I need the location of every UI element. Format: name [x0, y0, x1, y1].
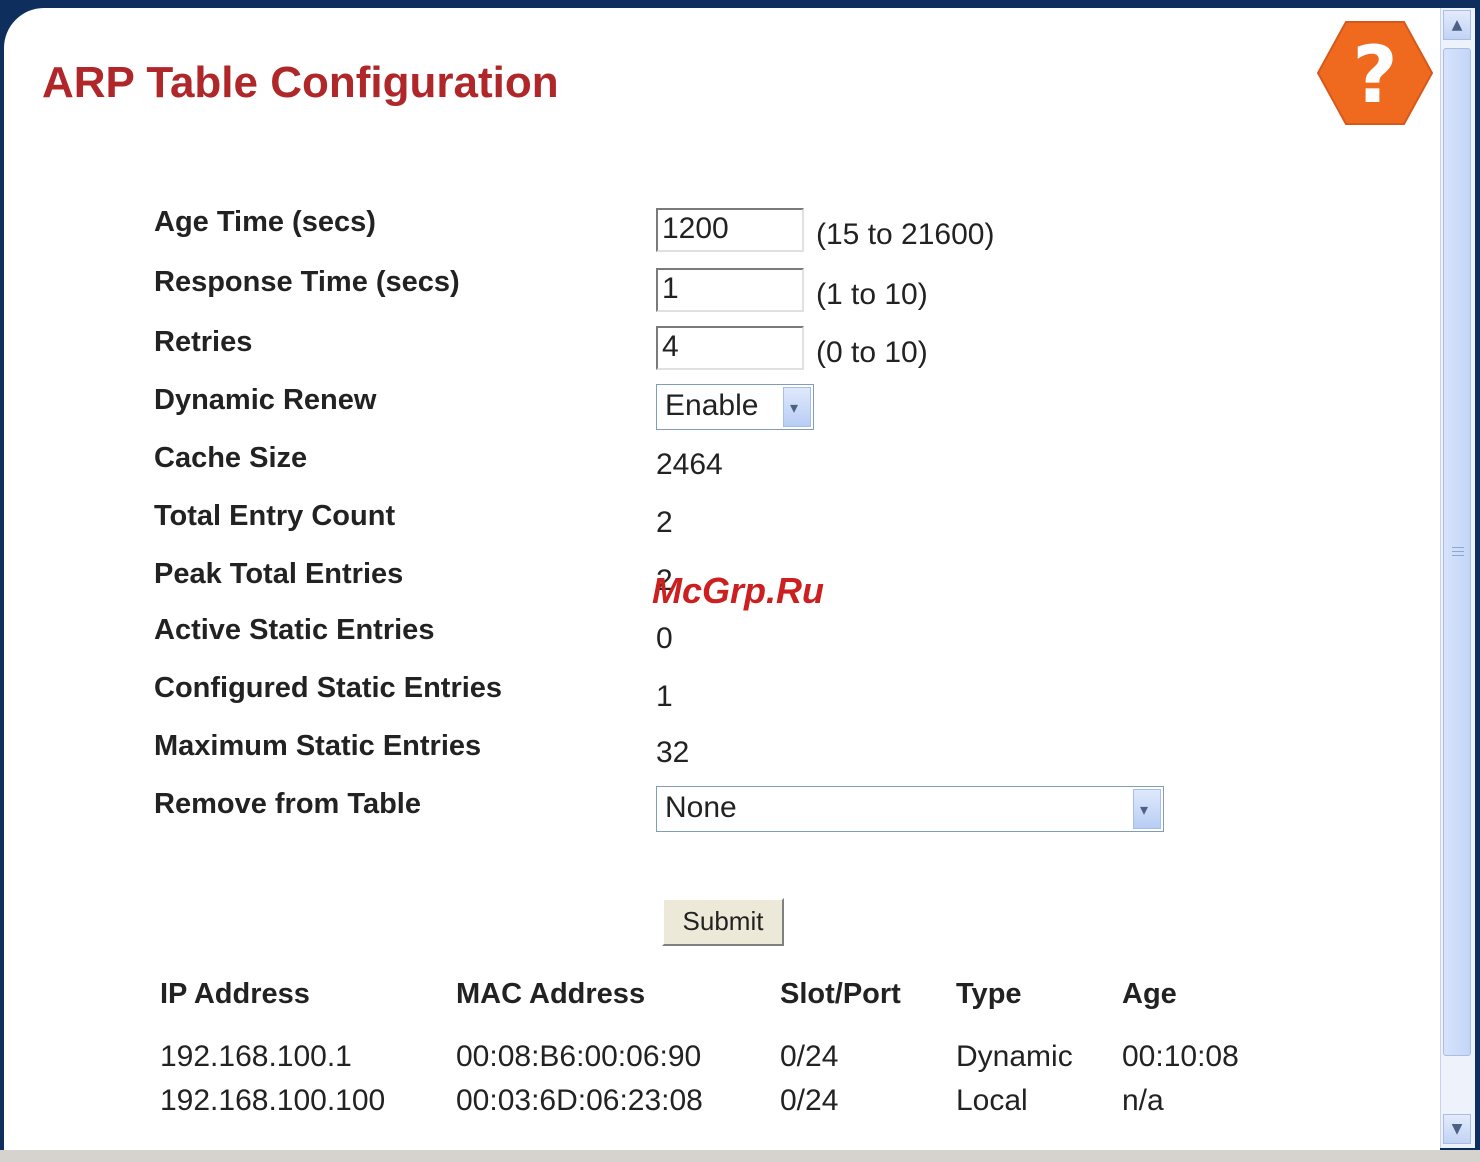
remove-from-table-select[interactable]: None ▾ — [656, 786, 1164, 832]
vertical-scrollbar[interactable]: ▲ ▼ — [1440, 8, 1475, 1148]
dynamic-renew-label: Dynamic Renew — [154, 384, 377, 416]
configured-static-entries-value: 1 — [656, 680, 673, 713]
ip-address-cell: 192.168.100.100 — [160, 1084, 386, 1117]
column-header-ip-address: IP Address — [160, 978, 310, 1010]
submit-button[interactable]: Submit — [662, 898, 784, 946]
active-static-entries-value: 0 — [656, 622, 673, 655]
mac-address-cell: 00:03:6D:06:23:08 — [456, 1084, 703, 1117]
maximum-static-entries-value: 32 — [656, 736, 690, 769]
scrollbar-thumb[interactable] — [1443, 48, 1471, 1056]
total-entry-count-label: Total Entry Count — [154, 500, 396, 532]
response-time-range: (1 to 10) — [816, 278, 928, 311]
help-button[interactable]: ? — [1316, 20, 1434, 126]
response-time-input[interactable]: 1 — [656, 268, 804, 312]
remove-from-table-label: Remove from Table — [154, 788, 421, 820]
age-time-range: (15 to 21600) — [816, 218, 995, 251]
cache-size-label: Cache Size — [154, 442, 308, 474]
maximum-static-entries-label: Maximum Static Entries — [154, 730, 482, 762]
remove-from-table-selected: None — [665, 791, 737, 824]
cache-size-value: 2464 — [656, 448, 723, 481]
response-time-label: Response Time (secs) — [154, 266, 460, 298]
type-cell: Local — [956, 1084, 1028, 1117]
ip-address-cell: 192.168.100.1 — [160, 1040, 352, 1073]
bottom-edge — [0, 1150, 1480, 1162]
dynamic-renew-select[interactable]: Enable ▾ — [656, 384, 814, 430]
help-icon: ? — [1316, 21, 1434, 125]
content-frame: ARP Table Configuration ? Age Time (secs… — [4, 8, 1440, 1158]
grip-line — [1452, 555, 1464, 556]
grip-line — [1452, 551, 1464, 552]
page-title: ARP Table Configuration — [42, 58, 559, 107]
age-time-input[interactable]: 1200 — [656, 208, 804, 252]
age-cell: n/a — [1122, 1084, 1164, 1117]
active-static-entries-label: Active Static Entries — [154, 614, 435, 646]
total-entry-count-value: 2 — [656, 506, 673, 539]
retries-input[interactable]: 4 — [656, 326, 804, 370]
mac-address-cell: 00:08:B6:00:06:90 — [456, 1040, 702, 1073]
retries-range: (0 to 10) — [816, 336, 928, 369]
chevron-down-icon[interactable]: ▾ — [1133, 789, 1161, 829]
grip-line — [1452, 547, 1464, 548]
scroll-up-button[interactable]: ▲ — [1443, 10, 1471, 40]
age-time-label: Age Time (secs) — [154, 206, 376, 238]
watermark: McGrp.Ru — [652, 570, 825, 611]
age-cell: 00:10:08 — [1122, 1040, 1239, 1073]
scroll-down-button[interactable]: ▼ — [1443, 1114, 1471, 1144]
slot-port-cell: 0/24 — [780, 1084, 839, 1117]
help-symbol: ? — [1352, 31, 1397, 121]
type-cell: Dynamic — [956, 1040, 1073, 1073]
dynamic-renew-selected: Enable — [665, 389, 759, 422]
slot-port-cell: 0/24 — [780, 1040, 839, 1073]
retries-label: Retries — [154, 326, 253, 358]
peak-total-entries-label: Peak Total Entries — [154, 558, 404, 590]
column-header-slot-port: Slot/Port — [780, 978, 901, 1010]
column-header-type: Type — [956, 978, 1022, 1010]
chevron-down-icon[interactable]: ▾ — [783, 387, 811, 427]
configured-static-entries-label: Configured Static Entries — [154, 672, 503, 704]
column-header-age: Age — [1122, 978, 1177, 1010]
column-header-mac-address: MAC Address — [456, 978, 646, 1010]
